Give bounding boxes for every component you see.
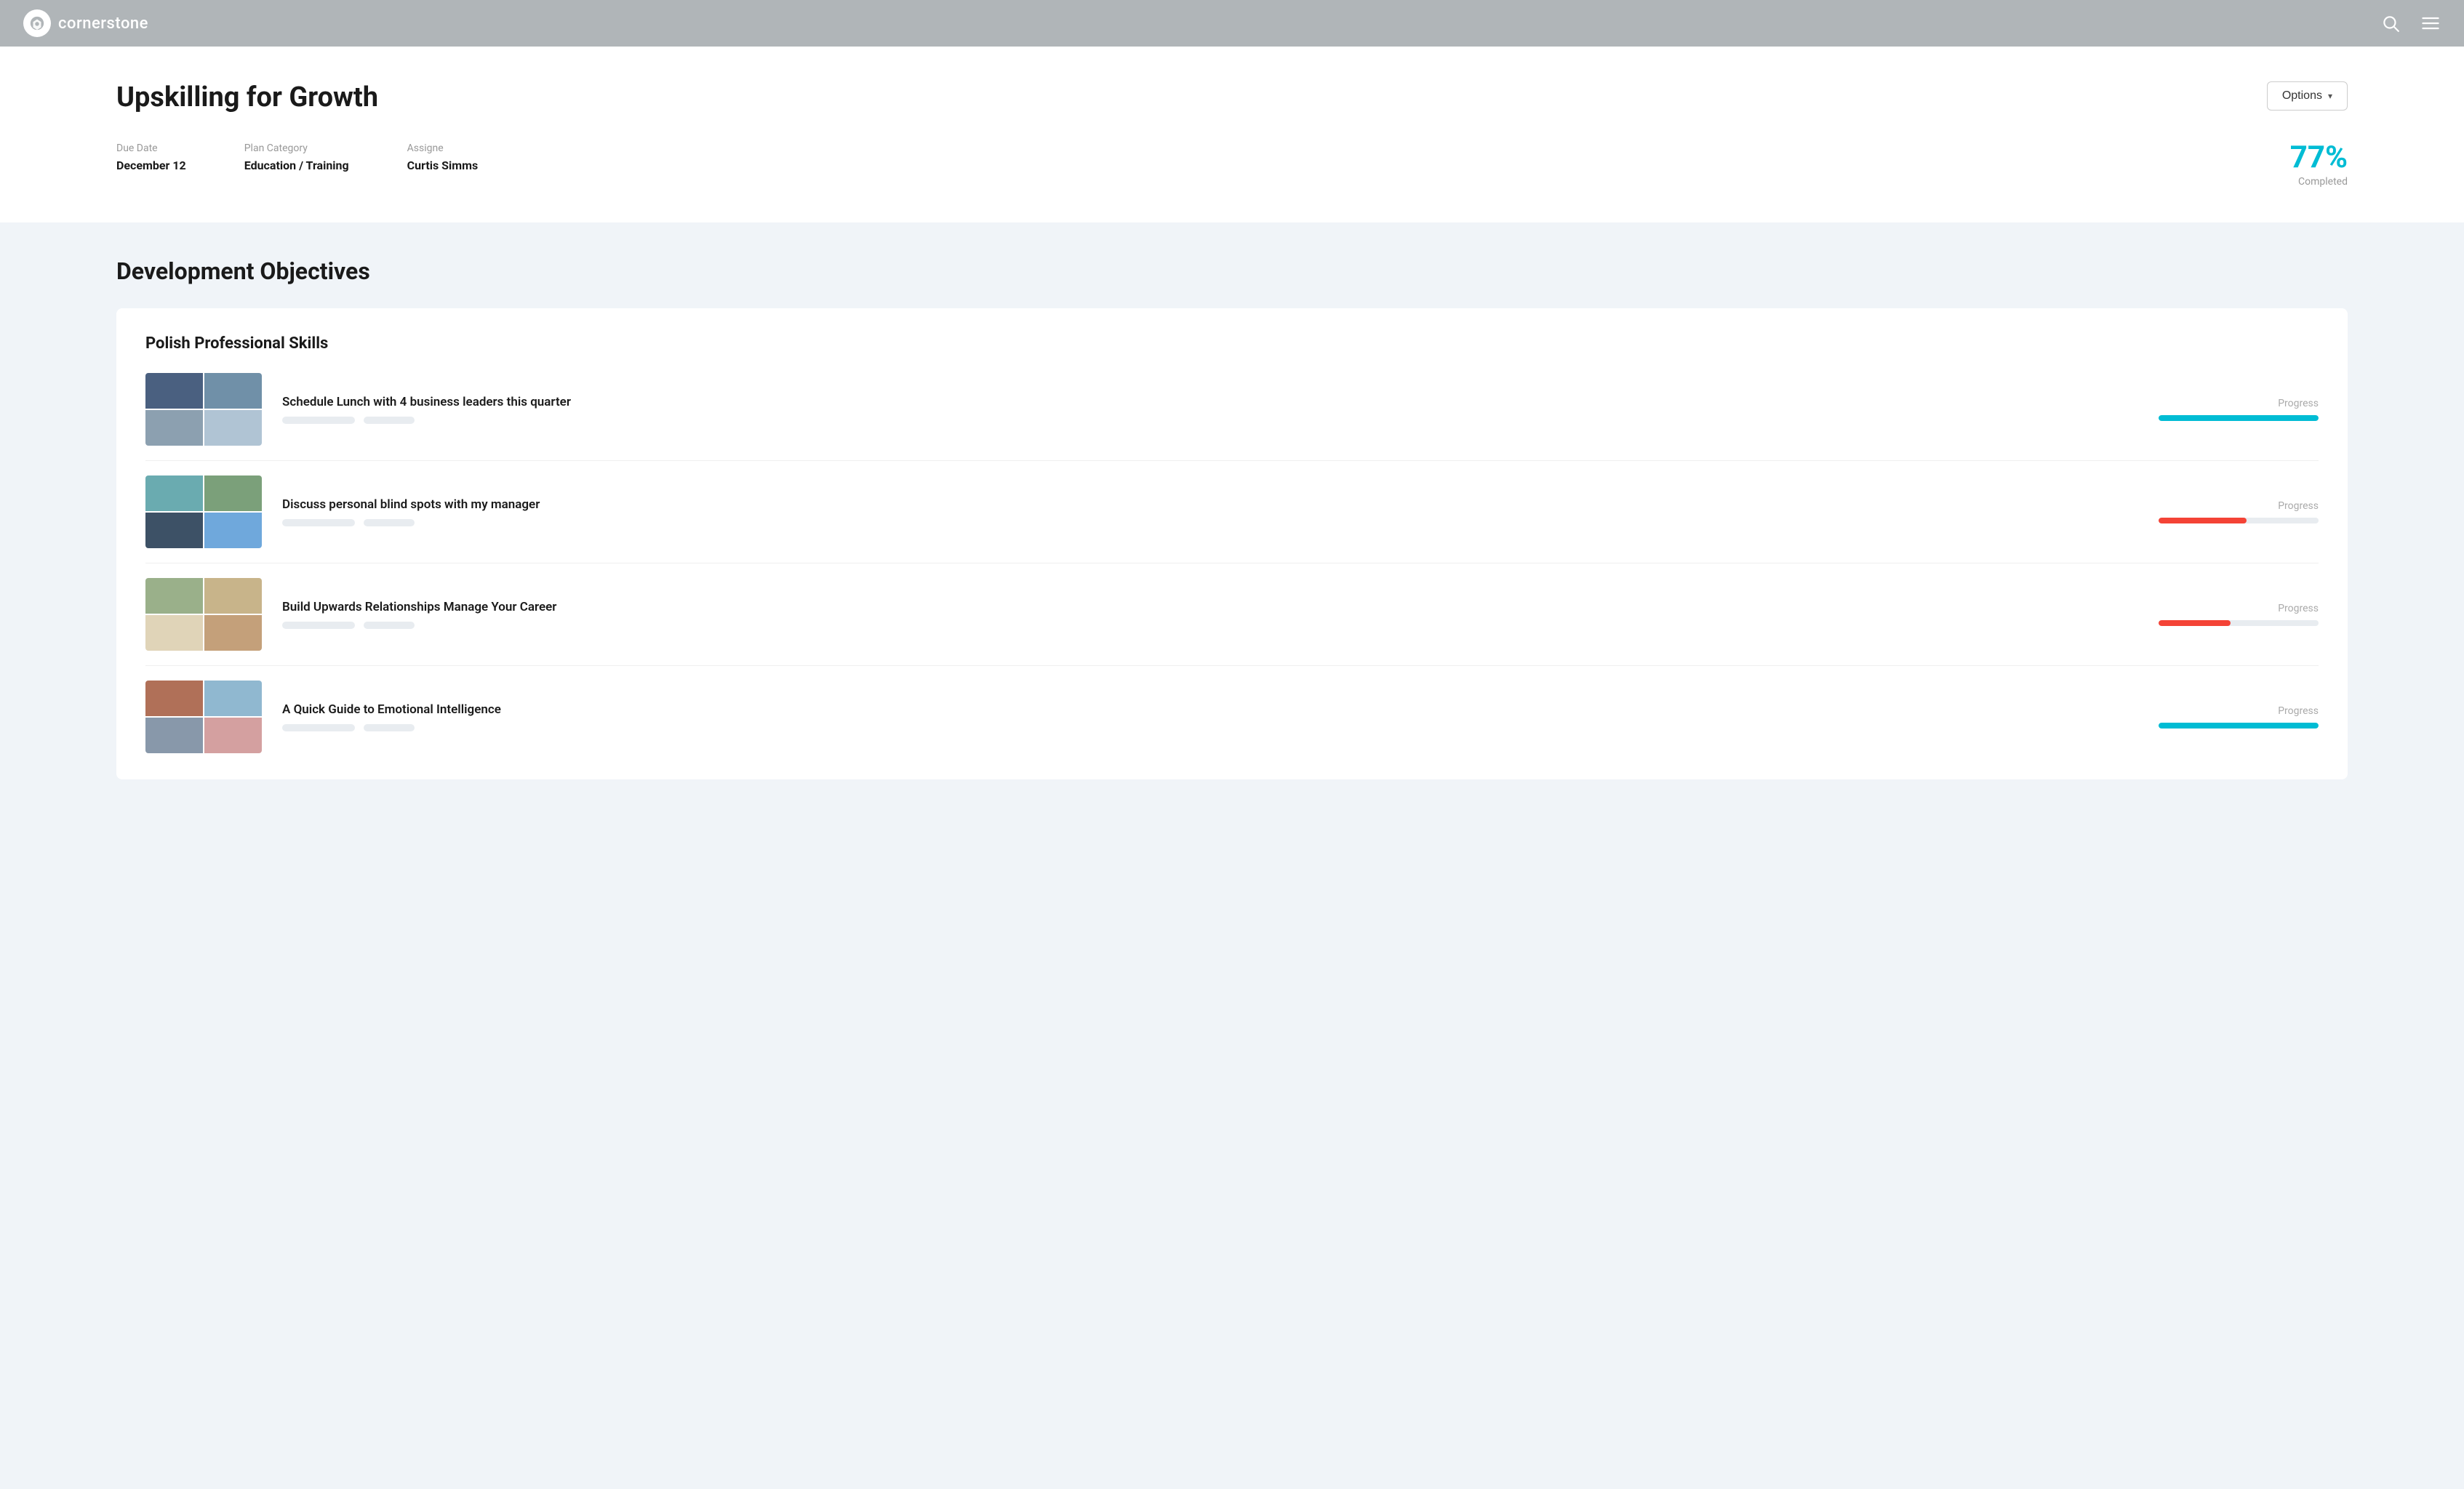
completion-percent: 77% — [2290, 143, 2348, 173]
assignee-label: Assigne — [407, 143, 479, 154]
assignee-field: Assigne Curtis Simms — [407, 143, 479, 172]
objective-tags-1 — [282, 417, 2138, 424]
objective-progress-1: Progress — [2159, 398, 2319, 421]
tag — [282, 417, 355, 424]
objectives-section: Development Objectives Polish Profession… — [0, 222, 2464, 814]
objective-name-1: Schedule Lunch with 4 business leaders t… — [282, 395, 2138, 409]
objective-name-2: Discuss personal blind spots with my man… — [282, 497, 2138, 512]
progress-label: Progress — [2159, 500, 2319, 512]
tag — [364, 519, 415, 526]
objective-info-2: Discuss personal blind spots with my man… — [282, 497, 2138, 526]
progress-label: Progress — [2159, 705, 2319, 717]
progress-bar-fill — [2159, 620, 2231, 626]
objectives-card: Polish Professional Skills Schedule Lunc… — [116, 308, 2348, 779]
objective-name-3: Build Upwards Relationships Manage Your … — [282, 600, 2138, 614]
plan-meta: Due Date December 12 Plan Category Educa… — [116, 143, 2348, 188]
plan-category-field: Plan Category Education / Training — [244, 143, 349, 172]
objective-name-4: A Quick Guide to Emotional Intelligence — [282, 702, 2138, 717]
completion-block: 77% Completed — [2290, 143, 2348, 188]
objectives-card-title: Polish Professional Skills — [145, 334, 2319, 353]
objective-progress-3: Progress — [2159, 603, 2319, 626]
objectives-title: Development Objectives — [116, 257, 2348, 285]
objective-image-4 — [145, 681, 262, 753]
tag — [282, 622, 355, 629]
header-actions — [2381, 13, 2441, 33]
chevron-down-icon: ▾ — [2328, 91, 2332, 101]
plan-title: Upskilling for Growth — [116, 81, 378, 113]
objective-tags-3 — [282, 622, 2138, 629]
objective-tags-2 — [282, 519, 2138, 526]
progress-label: Progress — [2159, 603, 2319, 614]
objective-info-4: A Quick Guide to Emotional Intelligence — [282, 702, 2138, 731]
logo-container: cornerstone — [23, 9, 148, 37]
list-item: A Quick Guide to Emotional Intelligence … — [145, 681, 2319, 753]
progress-bar — [2159, 518, 2319, 523]
menu-button[interactable] — [2420, 13, 2441, 33]
objective-tags-4 — [282, 724, 2138, 731]
progress-bar-fill — [2159, 723, 2319, 729]
plan-details-section: Upskilling for Growth Options ▾ Due Date… — [0, 47, 2464, 222]
progress-bar — [2159, 415, 2319, 421]
list-item: Discuss personal blind spots with my man… — [145, 475, 2319, 563]
plan-category-label: Plan Category — [244, 143, 349, 154]
tag — [364, 622, 415, 629]
list-item: Schedule Lunch with 4 business leaders t… — [145, 373, 2319, 461]
objective-info-3: Build Upwards Relationships Manage Your … — [282, 600, 2138, 629]
objective-progress-2: Progress — [2159, 500, 2319, 523]
progress-label: Progress — [2159, 398, 2319, 409]
due-date-field: Due Date December 12 — [116, 143, 186, 172]
objective-progress-4: Progress — [2159, 705, 2319, 729]
progress-bar — [2159, 723, 2319, 729]
tag — [282, 519, 355, 526]
objective-image-3 — [145, 578, 262, 651]
plan-header: Upskilling for Growth Options ▾ — [116, 81, 2348, 113]
logo-icon — [23, 9, 51, 37]
completion-label: Completed — [2290, 176, 2348, 188]
objective-info-1: Schedule Lunch with 4 business leaders t… — [282, 395, 2138, 424]
tag — [364, 724, 415, 731]
progress-bar-fill — [2159, 415, 2319, 421]
assignee-value: Curtis Simms — [407, 158, 479, 172]
tag — [364, 417, 415, 424]
tag — [282, 724, 355, 731]
objective-image-2 — [145, 475, 262, 548]
objective-image-1 — [145, 373, 262, 446]
progress-bar-fill — [2159, 518, 2247, 523]
plan-category-value: Education / Training — [244, 158, 349, 172]
list-item: Build Upwards Relationships Manage Your … — [145, 578, 2319, 666]
progress-bar — [2159, 620, 2319, 626]
options-button[interactable]: Options ▾ — [2267, 81, 2348, 111]
app-header: cornerstone — [0, 0, 2464, 47]
logo-text: cornerstone — [58, 15, 148, 33]
due-date-value: December 12 — [116, 158, 186, 172]
search-button[interactable] — [2381, 14, 2400, 33]
due-date-label: Due Date — [116, 143, 186, 154]
